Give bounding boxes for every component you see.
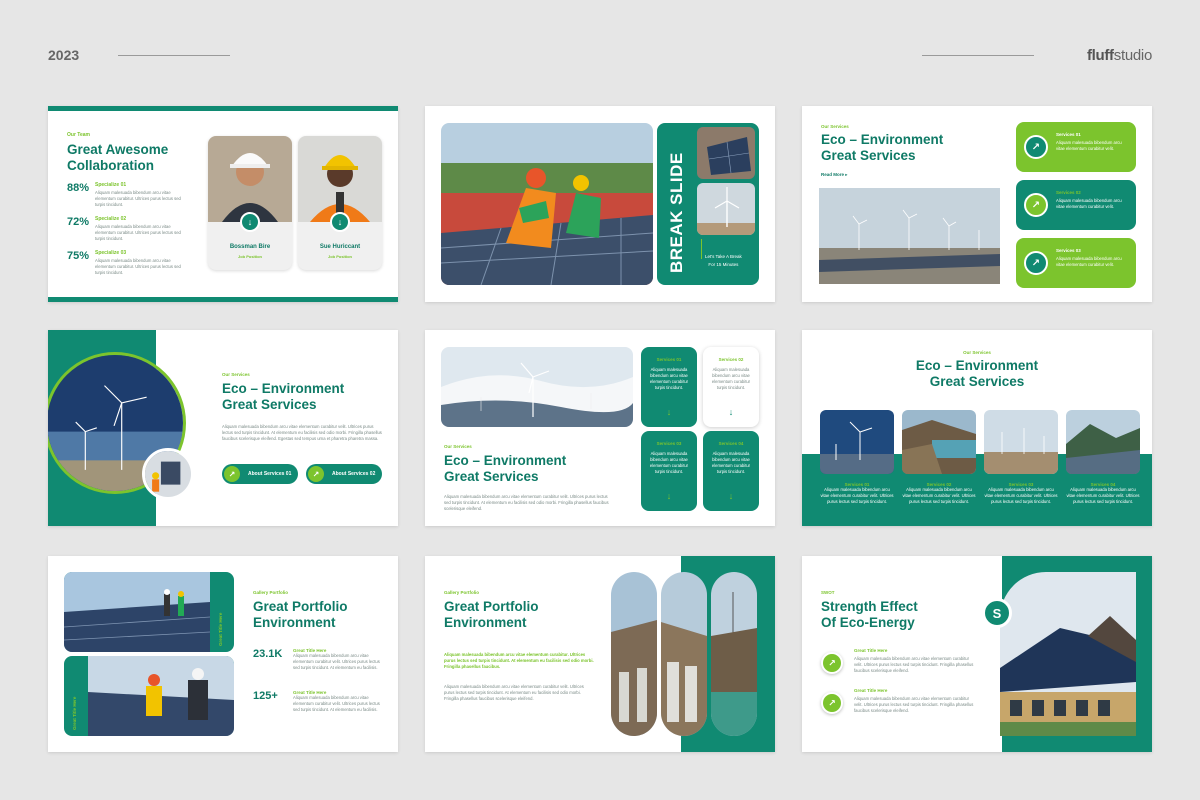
read-more-link[interactable]: Read More ▸ [821, 172, 848, 178]
dam-photo [661, 572, 707, 736]
solar-thumb [697, 127, 755, 179]
section-label: Our Team [67, 132, 90, 138]
snowy-turbines-photo [441, 347, 633, 427]
service-card[interactable]: Services 03 Aliquam malesuada bibendum a… [641, 431, 697, 511]
swot-badge: S [982, 598, 1012, 628]
person-photo [208, 136, 292, 222]
slide-services-d[interactable]: Our Services Eco – Environment Great Serv… [802, 330, 1152, 526]
header-divider-right [922, 55, 1034, 56]
section-label: Gallery Portfolio [253, 590, 289, 595]
section-label: Our Services [444, 444, 472, 449]
slide-title: Great Awesome Collaboration [67, 142, 169, 173]
stat-row: 75% Specialize 03 Aliquam malesuada biben… [67, 250, 181, 275]
portfolio-card: Great Title Here [64, 572, 234, 652]
slide-title: Great Portfolio Environment [253, 599, 348, 630]
slide-title: Eco – Environment Great Services [222, 381, 345, 412]
service-column: Services 02 Aliquam malesuada bibendum ar… [902, 482, 976, 504]
arrow-down-icon: ↓ [728, 407, 734, 417]
section-label: SWOT [821, 590, 835, 595]
arrow-up-right-icon: ↗ [224, 466, 240, 482]
gallery-photo [1066, 410, 1140, 474]
slide-swot[interactable]: S SWOT Strength Effect Of Eco-Energy ↗ Gr… [802, 556, 1152, 752]
year-label: 2023 [48, 47, 80, 63]
dam-photo [711, 572, 757, 736]
arrow-up-right-icon: ↗ [308, 466, 324, 482]
arrow-up-right-icon: ↗ [1024, 135, 1048, 159]
slide-title: Strength Effect Of Eco-Energy [821, 599, 918, 630]
slide-title: Eco – Environment Great Services [821, 132, 944, 163]
service-column: Services 03 Aliquam malesuada bibendum ar… [984, 482, 1058, 504]
service-card[interactable]: ↗ Services 03 Aliquam malesuada bibendum… [1016, 238, 1136, 288]
break-title: BREAK SLIDE [667, 152, 686, 273]
person-role: Job Position [328, 254, 352, 259]
about-services-02-button[interactable]: ↗ About Services 02 [306, 464, 382, 484]
slide-lead-text: Aliquam malesuada bibendum arcu vitae el… [444, 652, 594, 669]
arrow-down-icon: ↓ [728, 491, 734, 501]
solar-field-photo [64, 572, 210, 652]
break-panel: BREAK SLIDE Let's Take A Break For 15 Min… [657, 123, 759, 285]
slide-portfolio-b[interactable]: Gallery Portfolio Great Portfolio Environ… [425, 556, 775, 752]
service-card[interactable]: ↗ Services 02 Aliquam malesuada bibendum… [1016, 180, 1136, 230]
gallery-photo [984, 410, 1058, 474]
section-label: Our Services [222, 372, 250, 377]
break-subtitle: Let's Take A Break For 15 Minutes [705, 254, 742, 267]
section-label: Our Services [821, 124, 849, 129]
slide-break[interactable]: BREAK SLIDE Let's Take A Break For 15 Min… [425, 106, 775, 302]
workers-circle-photo [142, 448, 194, 500]
gallery-photo [820, 410, 894, 474]
arrow-down-icon[interactable]: ↓ [330, 212, 350, 232]
slide-services-b[interactable]: Our Services Eco – Environment Great Serv… [48, 330, 398, 526]
solar-workers-photo [88, 656, 234, 736]
slide-body: Aliquam malesuada bibendum arcu vitae el… [222, 424, 382, 441]
service-card[interactable]: Services 02 Aliquam malesuada bibendum a… [703, 347, 759, 427]
person-card[interactable]: ↓ Sue Huriccant Job Position [298, 136, 382, 270]
arrow-down-icon: ↓ [666, 407, 672, 417]
brand-logo: fluffstudio [1086, 47, 1152, 64]
stat-row: 72% Specialize 02 Aliquam malesuada biben… [67, 216, 181, 241]
slide-services-a[interactable]: Our Services Eco – Environment Great Serv… [802, 106, 1152, 302]
slide-services-c[interactable]: Our Services Eco – Environment Great Serv… [425, 330, 775, 526]
portfolio-card: Great Title Here [64, 656, 234, 736]
person-name: Sue Huriccant [319, 244, 361, 250]
service-card[interactable]: Services 01 Aliquam malesuada bibendum a… [641, 347, 697, 427]
slide-team[interactable]: Our Team Great Awesome Collaboration 88% … [48, 106, 398, 302]
section-label: Our Services [963, 350, 991, 355]
dam-photo [611, 572, 657, 736]
arrow-down-icon[interactable]: ↓ [240, 212, 260, 232]
arrow-up-right-icon: ↗ [821, 652, 843, 674]
stat-row: 23.1K Great Title Here Aliquam malesuada … [253, 648, 380, 670]
service-column: Services 01 Aliquam malesuada bibendum ar… [820, 482, 894, 504]
person-photo [298, 136, 382, 222]
arrow-down-icon: ↓ [666, 491, 672, 501]
wind-farm-photo [819, 188, 1000, 284]
slide-title: Great Portfolio Environment [444, 599, 539, 630]
service-card[interactable]: Services 04 Aliquam malesuada bibendum a… [703, 431, 759, 511]
about-services-01-button[interactable]: ↗ About Services 01 [222, 464, 298, 484]
stats-list: 88% Specialize 01 Aliquam malesuada biben… [67, 182, 197, 284]
person-name: Bossman Bire [229, 244, 271, 250]
slide-portfolio-a[interactable]: Great Title Here Great Title Here Galler… [48, 556, 398, 752]
slide-title: Eco – Environment Great Services [915, 358, 1039, 389]
person-card[interactable]: ↓ Bossman Bire Job Position [208, 136, 292, 270]
swot-item: Great Title Here Aliquam malesuada biben… [854, 648, 974, 673]
workers-solar-photo [441, 123, 653, 285]
header-divider-left [118, 55, 230, 56]
arrow-up-right-icon: ↗ [1024, 251, 1048, 275]
turbine-thumb [697, 183, 755, 235]
stat-row: 125+ Great Title Here Aliquam malesuada b… [253, 690, 380, 712]
section-label: Gallery Portfolio [444, 590, 480, 595]
service-card[interactable]: ↗ Services 01 Aliquam malesuada bibendum… [1016, 122, 1136, 172]
house-solar-photo [1000, 572, 1136, 736]
arrow-up-right-icon: ↗ [821, 692, 843, 714]
stat-row: 88% Specialize 01 Aliquam malesuada biben… [67, 182, 181, 207]
slide-body: Aliquam malesuada bibendum arcu vitae el… [444, 494, 609, 511]
slide-title: Eco – Environment Great Services [444, 453, 567, 484]
service-column: Services 04 Aliquam malesuada bibendum ar… [1066, 482, 1140, 504]
gallery-photo [902, 410, 976, 474]
slide-body: Aliquam malesuada bibendum arcu vitae el… [444, 684, 584, 701]
arrow-up-right-icon: ↗ [1024, 193, 1048, 217]
person-role: Job Position [238, 254, 262, 259]
swot-item: Great Title Here Aliquam malesuada biben… [854, 688, 974, 713]
